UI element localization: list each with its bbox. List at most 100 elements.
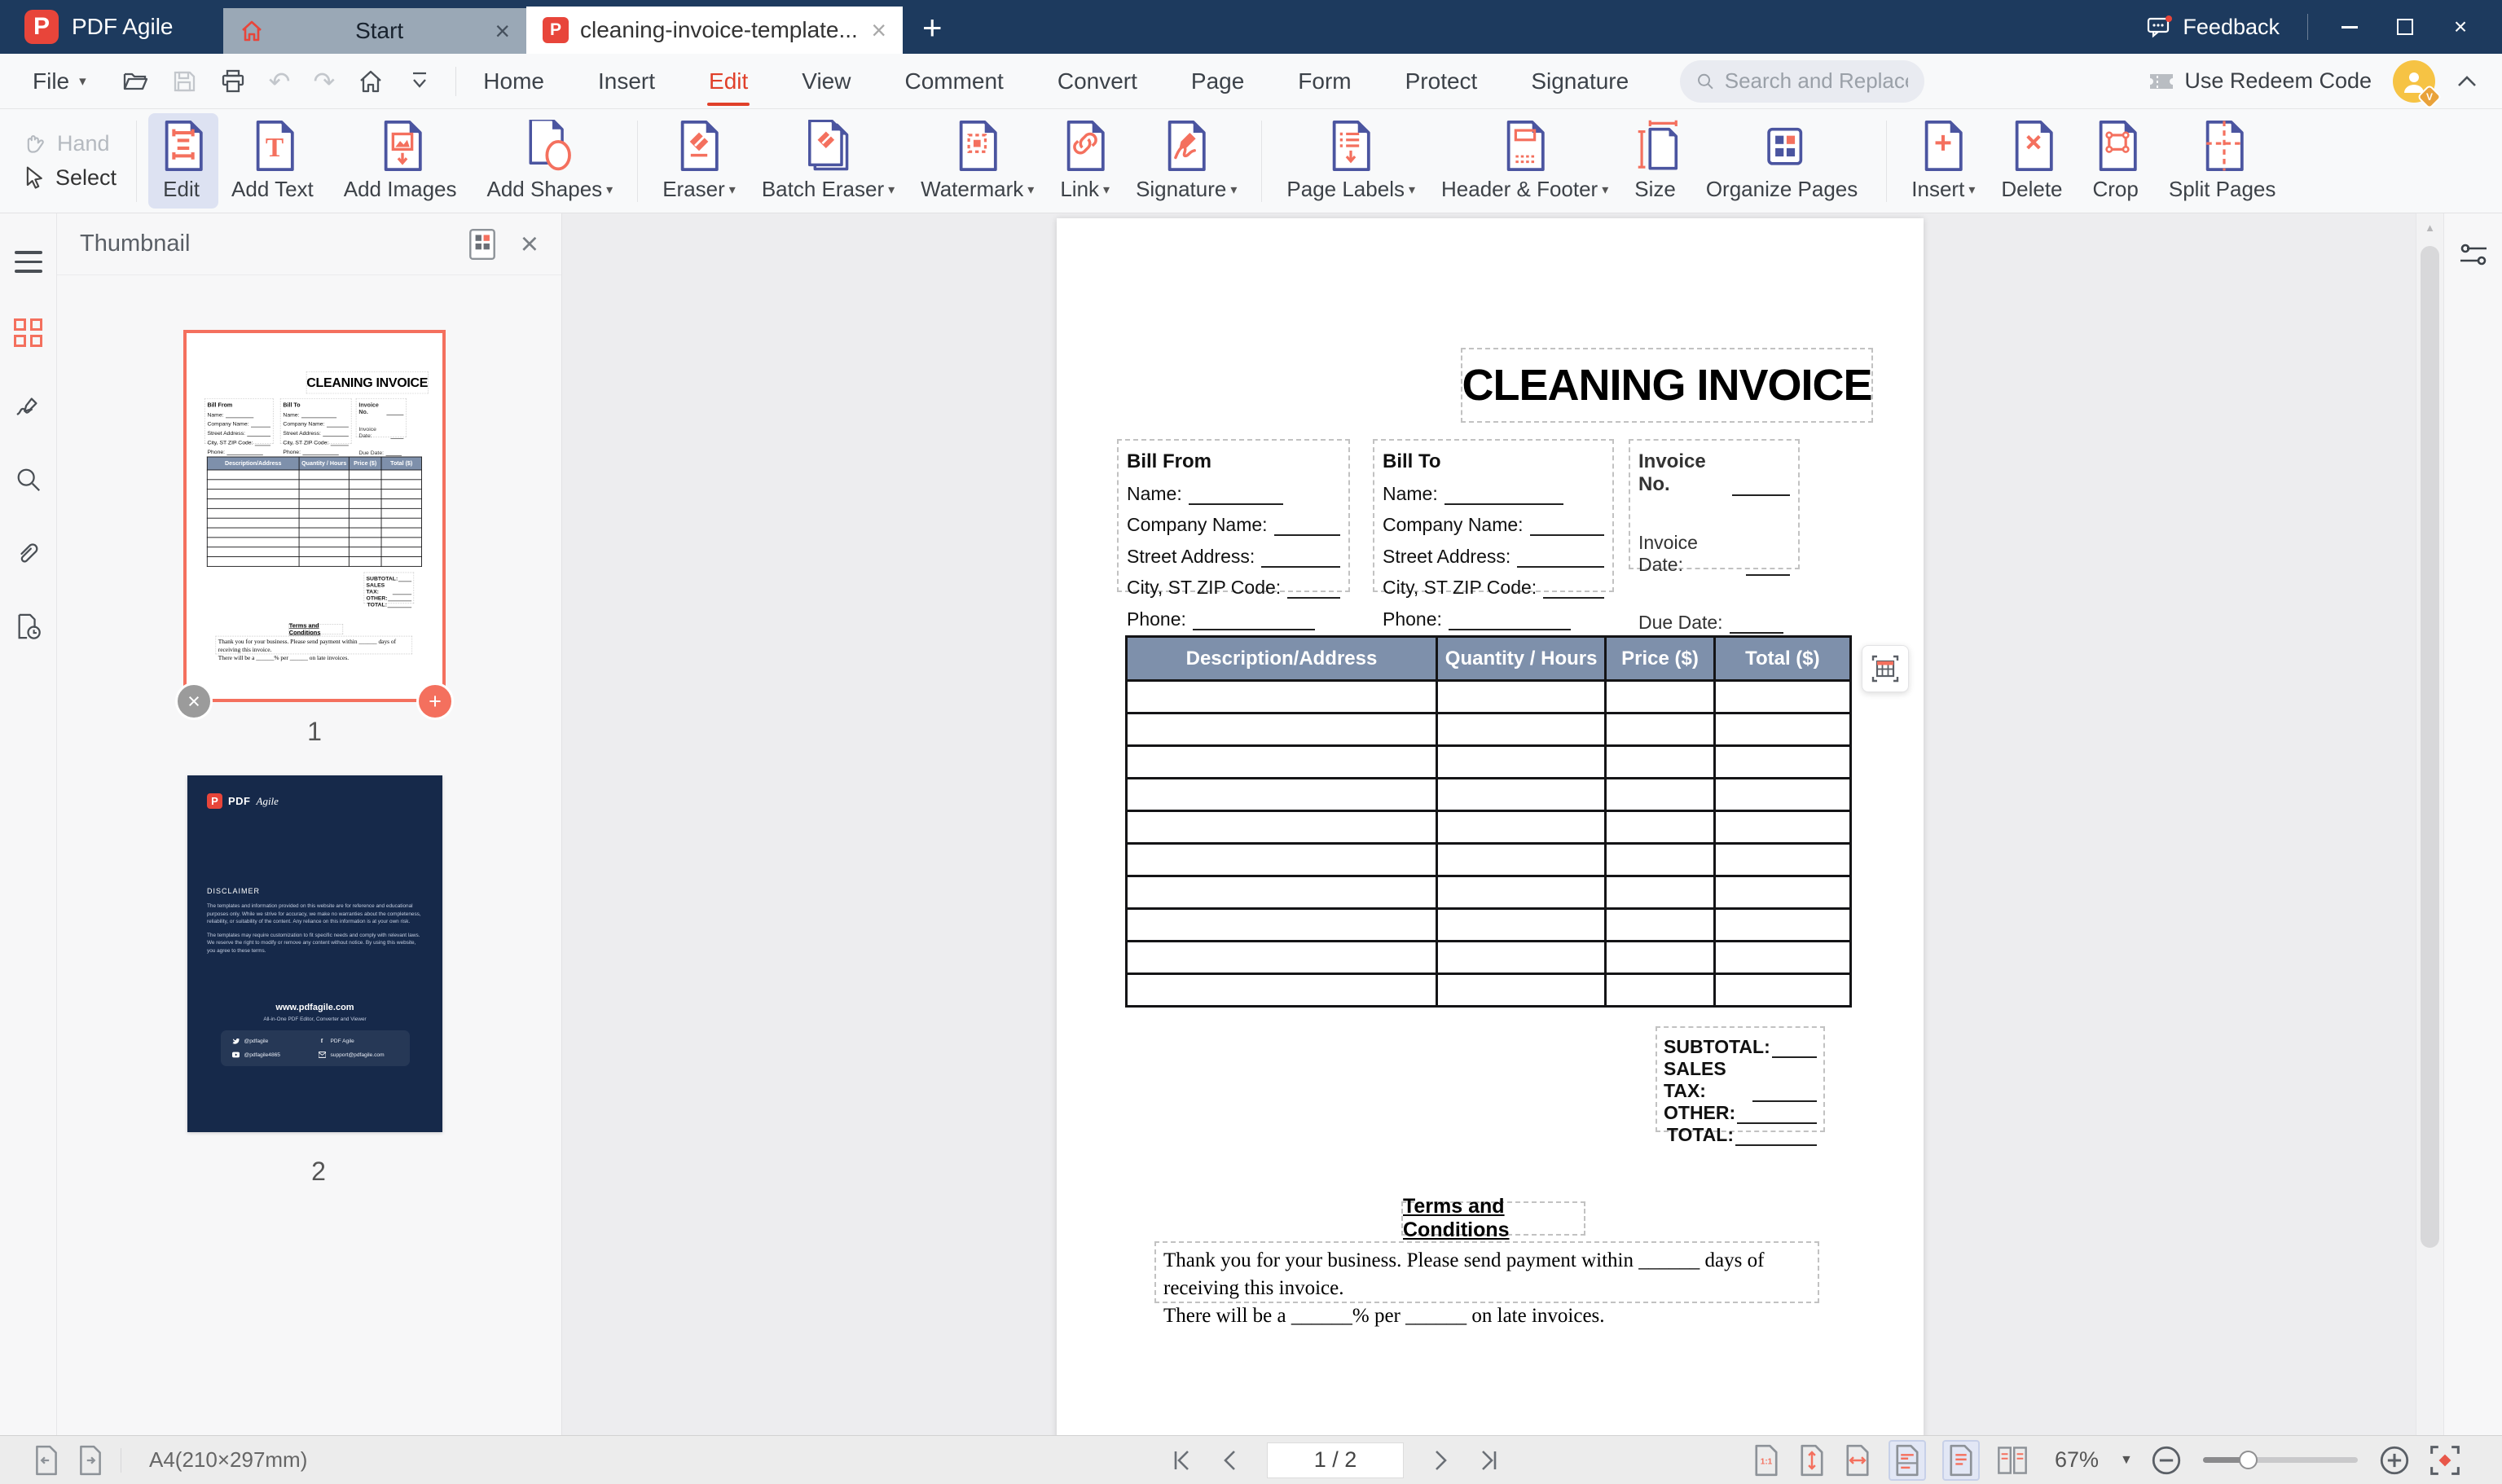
ribbon-edit-button[interactable]: Edit [148,113,218,209]
continuous-scroll-mode[interactable] [1889,1440,1926,1481]
invoice-table-row[interactable] [1127,876,1851,909]
terms-paragraph-box[interactable]: Thank you for your business. Please send… [1154,1241,1819,1303]
document-history-icon[interactable] [15,612,42,640]
undo-icon[interactable]: ↶ [269,68,291,94]
bill-from-box[interactable]: Bill From Name: Company Name: Street Add… [1117,439,1350,592]
window-close-button[interactable]: × [2447,13,2474,41]
invoice-table-row[interactable] [1127,942,1851,974]
ribbon-batch-eraser-button[interactable]: Batch Eraser▾ [749,113,908,209]
scrollbar-thumb[interactable] [2421,246,2439,1248]
file-menu[interactable]: File ▾ [33,68,86,94]
totals-box[interactable]: SUBTOTAL: SALES TAX: OTHER: TOTAL: [1656,1026,1825,1132]
collapse-ribbon-icon[interactable] [2456,74,2478,89]
first-page-icon[interactable] [1169,1448,1194,1473]
next-page-icon[interactable] [1428,1448,1453,1473]
thumbnail-panel-icon[interactable] [14,318,42,347]
tab-document-close-icon[interactable]: × [871,17,886,43]
search-input[interactable] [1725,68,1908,94]
terms-heading-box[interactable]: Terms and Conditions [1401,1201,1585,1236]
ribbon-header-footer-button[interactable]: Header & Footer▾ [1428,113,1621,209]
add-page-badge[interactable]: + [416,683,454,720]
menu-page[interactable]: Page [1191,60,1244,103]
home-view-icon[interactable] [358,68,384,94]
tab-start-close-icon[interactable]: × [495,18,510,44]
invoice-title-box[interactable]: CLEANING INVOICE [1461,348,1873,423]
invoice-table-row[interactable] [1127,713,1851,746]
search-box[interactable] [1680,60,1924,103]
ribbon-delete-button[interactable]: Delete [1988,113,2079,209]
previous-page-icon[interactable] [1218,1448,1242,1473]
invoice-table-row[interactable] [1127,746,1851,779]
last-page-icon[interactable] [1477,1448,1502,1473]
invoice-line-items-table[interactable]: Description/Address Quantity / Hours Pri… [1125,635,1852,1008]
open-file-icon[interactable] [122,68,148,94]
menu-protect[interactable]: Protect [1405,60,1478,103]
window-minimize-button[interactable] [2336,13,2363,41]
ribbon-link-button[interactable]: Link▾ [1047,113,1123,209]
menu-comment[interactable]: Comment [904,60,1003,103]
menu-view[interactable]: View [802,60,851,103]
feedback-button[interactable]: Feedback [2147,15,2280,40]
zoom-out-button[interactable] [2149,1443,2183,1477]
customize-toolbar-icon[interactable] [407,68,433,94]
facing-pages-icon[interactable] [1996,1444,2029,1477]
fit-page-icon[interactable] [1797,1444,1827,1477]
ribbon-crop-button[interactable]: Crop [2080,113,2156,209]
pdf-page[interactable]: CLEANING INVOICE Bill From Name: Company… [187,333,442,696]
page-thumbnail-1[interactable]: CLEANING INVOICE Bill From Name: Company… [183,330,446,702]
document-canvas[interactable]: CLEANING INVOICE Bill From Name: Company… [562,213,2416,1435]
tab-document[interactable]: P cleaning-invoice-template.... × [526,7,903,54]
zoom-level[interactable]: 67% [2055,1447,2099,1473]
invoice-table-row[interactable] [1127,779,1851,811]
avatar[interactable]: V [2393,60,2435,103]
zoom-dropdown-icon[interactable]: ▼ [2120,1453,2133,1468]
ribbon-split-pages-button[interactable]: Split Pages [2156,113,2293,209]
menu-form[interactable]: Form [1298,60,1351,103]
actual-size-icon[interactable]: 1:1 [1752,1444,1781,1477]
menu-convert[interactable]: Convert [1058,60,1137,103]
fit-width-icon[interactable] [1843,1444,1872,1477]
redeem-code-button[interactable]: Use Redeem Code [2148,68,2372,94]
select-tool[interactable]: Select [21,165,117,191]
invoice-table-row[interactable] [1127,909,1851,942]
new-tab-button[interactable]: + [922,8,943,47]
fullscreen-icon[interactable] [2428,1443,2462,1477]
ribbon-add-shapes-button[interactable]: Add Shapes▾ [474,113,627,209]
invoice-table-row[interactable] [1127,681,1851,713]
ribbon-page-labels-button[interactable]: Page Labels▾ [1273,113,1428,209]
bill-to-box[interactable]: Bill To Name: Company Name: Street Addre… [1373,439,1614,592]
invoice-table-row[interactable] [1127,844,1851,876]
print-icon[interactable] [220,68,246,94]
edit-table-button[interactable] [1862,645,1909,692]
menu-edit[interactable]: Edit [709,60,748,103]
previous-view-icon[interactable] [33,1445,60,1476]
menu-home[interactable]: Home [483,60,544,103]
ribbon-add-text-button[interactable]: T Add Text [218,113,331,209]
page-thumbnail-2[interactable]: P PDF Agile DISCLAIMER The templates and… [187,775,442,1132]
scrollbar-up-icon[interactable]: ▲ [2416,222,2443,234]
pdf-page[interactable]: CLEANING INVOICE Bill From Name: Company… [1057,218,1924,1435]
next-view-icon[interactable] [77,1445,104,1476]
invoice-table-row[interactable] [1127,811,1851,844]
ribbon-eraser-button[interactable]: Eraser▾ [649,113,749,209]
invoice-table-row[interactable] [1127,974,1851,1007]
thumbnail-panel-close-icon[interactable]: × [521,229,539,260]
single-page-mode[interactable] [1942,1440,1980,1481]
vertical-scrollbar[interactable]: ▲ [2416,213,2443,1435]
window-maximize-button[interactable] [2391,13,2419,41]
attachment-icon[interactable] [15,539,42,567]
menu-insert[interactable]: Insert [598,60,655,103]
ribbon-add-images-button[interactable]: Add Images [331,113,474,209]
page-indicator[interactable]: 1 / 2 [1267,1442,1404,1478]
redo-icon[interactable]: ↷ [313,68,335,94]
zoom-in-button[interactable] [2377,1443,2412,1477]
panel-menu-icon[interactable] [15,251,42,273]
menu-signature[interactable]: Signature [1531,60,1629,103]
delete-page-badge[interactable]: × [175,683,213,720]
zoom-slider[interactable] [2203,1457,2358,1463]
tab-start[interactable]: Start × [223,8,526,54]
ribbon-organize-pages-button[interactable]: Organize Pages [1693,113,1875,209]
invoice-info-box[interactable]: Invoice No. Invoice Date: Due Date: [1629,439,1800,569]
ribbon-size-button[interactable]: Size [1621,113,1693,209]
annotation-pen-icon[interactable] [15,393,42,420]
